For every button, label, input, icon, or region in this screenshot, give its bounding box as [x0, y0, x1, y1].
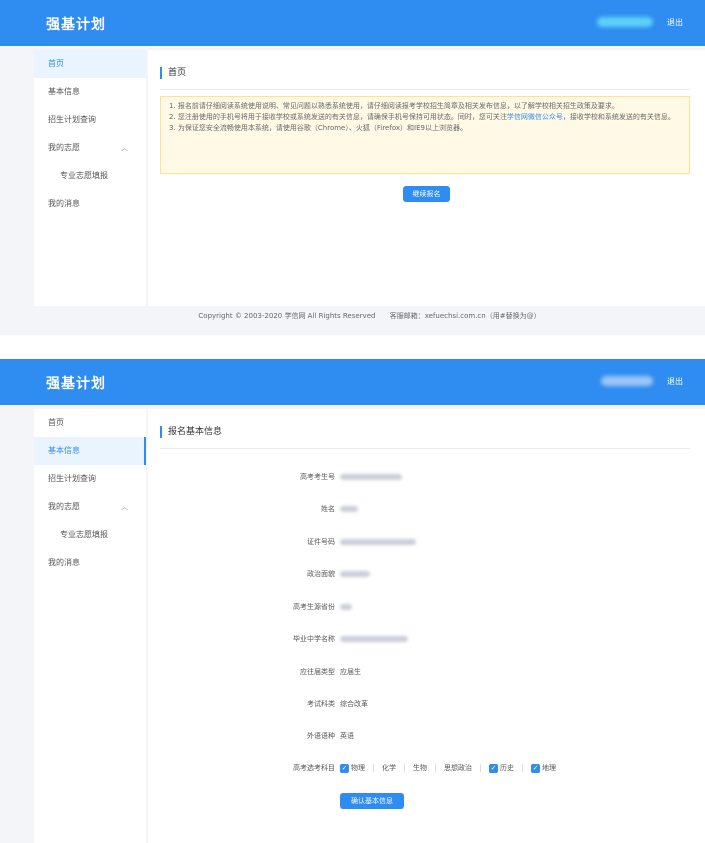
- redacted-value: [340, 539, 416, 545]
- main-panel: 报名基本信息 高考考生号 姓名 证件号码 政治面貌 高考生源省份 毕业中学名称 …: [148, 409, 705, 843]
- confirm-basic-info-button[interactable]: 确认基本信息: [340, 793, 404, 809]
- divider: [480, 764, 481, 772]
- top-header: 强基计划 退出: [0, 0, 705, 46]
- field-label: 考试科类: [307, 700, 335, 708]
- page-title: 报名基本信息: [168, 427, 223, 437]
- notice-line-3: 3. 为保证您安全流畅使用本系统，请使用谷歌（Chrome）、火狐（Firefo…: [169, 124, 467, 132]
- logout-link[interactable]: 退出: [667, 376, 683, 387]
- redacted-value: [340, 604, 352, 610]
- checkbox-checked-icon[interactable]: ✓: [531, 763, 540, 773]
- divider: [404, 764, 405, 772]
- field-label: 高考选考科目: [293, 764, 335, 772]
- field-name: 姓名: [278, 502, 698, 516]
- field-label: 高考生源省份: [293, 603, 335, 611]
- sidebar-item-basic-info[interactable]: 基本信息: [34, 437, 146, 465]
- page-title-bar: 报名基本信息: [160, 423, 690, 449]
- field-label: 应往届类型: [300, 668, 335, 676]
- user-name-redacted[interactable]: [601, 376, 653, 386]
- subject-checkbox[interactable]: ✓ 地理: [531, 761, 556, 775]
- sidebar-item-label: 我的志愿: [48, 502, 80, 511]
- chevron-up-icon: ︿: [121, 144, 128, 152]
- sidebar-item-home[interactable]: 首页: [34, 50, 146, 78]
- logout-link[interactable]: 退出: [667, 17, 683, 28]
- copyright-text: Copyright © 2003-2020 学信网 All Rights Res…: [198, 312, 376, 320]
- subject-checkbox[interactable]: ✓ 历史: [489, 761, 514, 775]
- sidebar-item-messages[interactable]: 我的消息: [34, 549, 146, 577]
- sidebar-item-my-application[interactable]: 我的志愿 ︿: [34, 493, 146, 521]
- continue-apply-button[interactable]: 继续报名: [403, 186, 450, 202]
- field-label: 毕业中学名称: [293, 635, 335, 643]
- subject-checkbox[interactable]: 生物: [413, 761, 427, 775]
- divider: [435, 764, 436, 772]
- field-exam-number: 高考考生号: [278, 470, 698, 484]
- redacted-value: [340, 571, 370, 577]
- field-label: 外语语种: [307, 732, 335, 740]
- top-header: 强基计划 退出: [0, 359, 705, 405]
- chevron-up-icon: ︿: [121, 503, 128, 511]
- field-elective-subjects: 高考选考科目 ✓ 物理 化学 生物 思想政治 ✓ 历史 ✓ 地理: [278, 761, 698, 775]
- sidebar-item-basic-info[interactable]: 基本信息: [34, 78, 146, 106]
- redacted-value: [340, 474, 402, 480]
- field-label: 高考考生号: [300, 473, 335, 481]
- checkbox-checked-icon[interactable]: ✓: [340, 763, 349, 773]
- field-school: 毕业中学名称: [278, 632, 698, 646]
- subject-checkbox[interactable]: 思想政治: [444, 761, 472, 775]
- checkbox-checked-icon[interactable]: ✓: [489, 763, 498, 773]
- field-label: 证件号码: [307, 538, 335, 546]
- field-graduate-type: 应往届类型 应届生: [278, 665, 698, 679]
- subject-label: 生物: [413, 764, 427, 772]
- field-exam-category: 考试科类 综合改革: [278, 697, 698, 711]
- field-value: 应届生: [340, 668, 361, 676]
- notice-line-2-text: 2. 您注册使用的手机号将用于接收学校或系统发送的有关信息，请确保手机号保持可用…: [169, 113, 507, 121]
- redacted-value: [340, 506, 358, 512]
- field-value: 综合改革: [340, 700, 368, 708]
- support-email: 客服邮箱：xefuechsi.com.cn（用#替换为@）: [389, 312, 541, 320]
- field-value: 英语: [340, 732, 354, 740]
- field-id-number: 证件号码: [278, 535, 698, 549]
- subject-label: 物理: [351, 764, 365, 772]
- subject-checkbox-group: ✓ 物理 化学 生物 思想政治 ✓ 历史 ✓ 地理: [340, 761, 556, 775]
- sidebar-item-major-choice[interactable]: 专业志愿填报: [34, 162, 146, 190]
- sidebar: 首页 基本信息 招生计划查询 我的志愿 ︿ 专业志愿填报 我的消息: [34, 409, 146, 843]
- sidebar-item-enrollment-plan[interactable]: 招生计划查询: [34, 465, 146, 493]
- subject-checkbox[interactable]: ✓ 物理: [340, 761, 365, 775]
- home-screen: 强基计划 退出 首页 基本信息 招生计划查询 我的志愿 ︿ 专业志愿填报 我的消…: [0, 0, 705, 335]
- subject-label: 地理: [542, 764, 556, 772]
- subject-label: 化学: [382, 764, 396, 772]
- field-foreign-language: 外语语种 英语: [278, 729, 698, 743]
- notice-line-2-tail: ，接收学校和系统发送的有关信息。: [562, 113, 675, 121]
- sidebar-item-major-choice[interactable]: 专业志愿填报: [34, 521, 146, 549]
- footer: Copyright © 2003-2020 学信网 All Rights Res…: [34, 310, 705, 322]
- brand-logo[interactable]: 强基计划: [46, 373, 106, 393]
- field-label: 姓名: [321, 505, 335, 513]
- notice-line-2: 2. 您注册使用的手机号将用于接收学校或系统发送的有关信息，请确保手机号保持可用…: [169, 112, 681, 123]
- subject-checkbox[interactable]: 化学: [382, 761, 396, 775]
- brand-logo[interactable]: 强基计划: [46, 14, 106, 34]
- field-political-status: 政治面貌: [278, 567, 698, 581]
- sidebar-item-my-application[interactable]: 我的志愿 ︿: [34, 134, 146, 162]
- page-title-bar: 首页: [160, 64, 690, 90]
- redacted-value: [340, 636, 408, 642]
- field-label: 政治面貌: [307, 570, 335, 578]
- page-title: 首页: [168, 68, 187, 78]
- sidebar: 首页 基本信息 招生计划查询 我的志愿 ︿ 专业志愿填报 我的消息: [34, 50, 146, 306]
- user-name-redacted[interactable]: [597, 17, 653, 27]
- notice-box: 1. 报名前请仔细阅读系统使用说明、常见问题以熟悉系统使用，请仔细阅读报考学校招…: [160, 96, 690, 174]
- divider: [522, 764, 523, 772]
- sidebar-item-home[interactable]: 首页: [34, 409, 146, 437]
- notice-line-1: 1. 报名前请仔细阅读系统使用说明、常见问题以熟悉系统使用，请仔细阅读报考学校招…: [169, 102, 619, 110]
- sidebar-item-label: 我的志愿: [48, 143, 80, 152]
- subject-label: 历史: [500, 764, 514, 772]
- sidebar-item-messages[interactable]: 我的消息: [34, 190, 146, 218]
- divider: [373, 764, 374, 772]
- field-province: 高考生源省份: [278, 600, 698, 614]
- sidebar-item-enrollment-plan[interactable]: 招生计划查询: [34, 106, 146, 134]
- subject-label: 思想政治: [444, 764, 472, 772]
- basic-info-screen: 强基计划 退出 首页 基本信息 招生计划查询 我的志愿 ︿ 专业志愿填报 我的消…: [0, 359, 705, 843]
- wechat-account-link[interactable]: 学信网微信公众号: [507, 113, 563, 121]
- main-panel: 首页 1. 报名前请仔细阅读系统使用说明、常见问题以熟悉系统使用，请仔细阅读报考…: [148, 50, 705, 306]
